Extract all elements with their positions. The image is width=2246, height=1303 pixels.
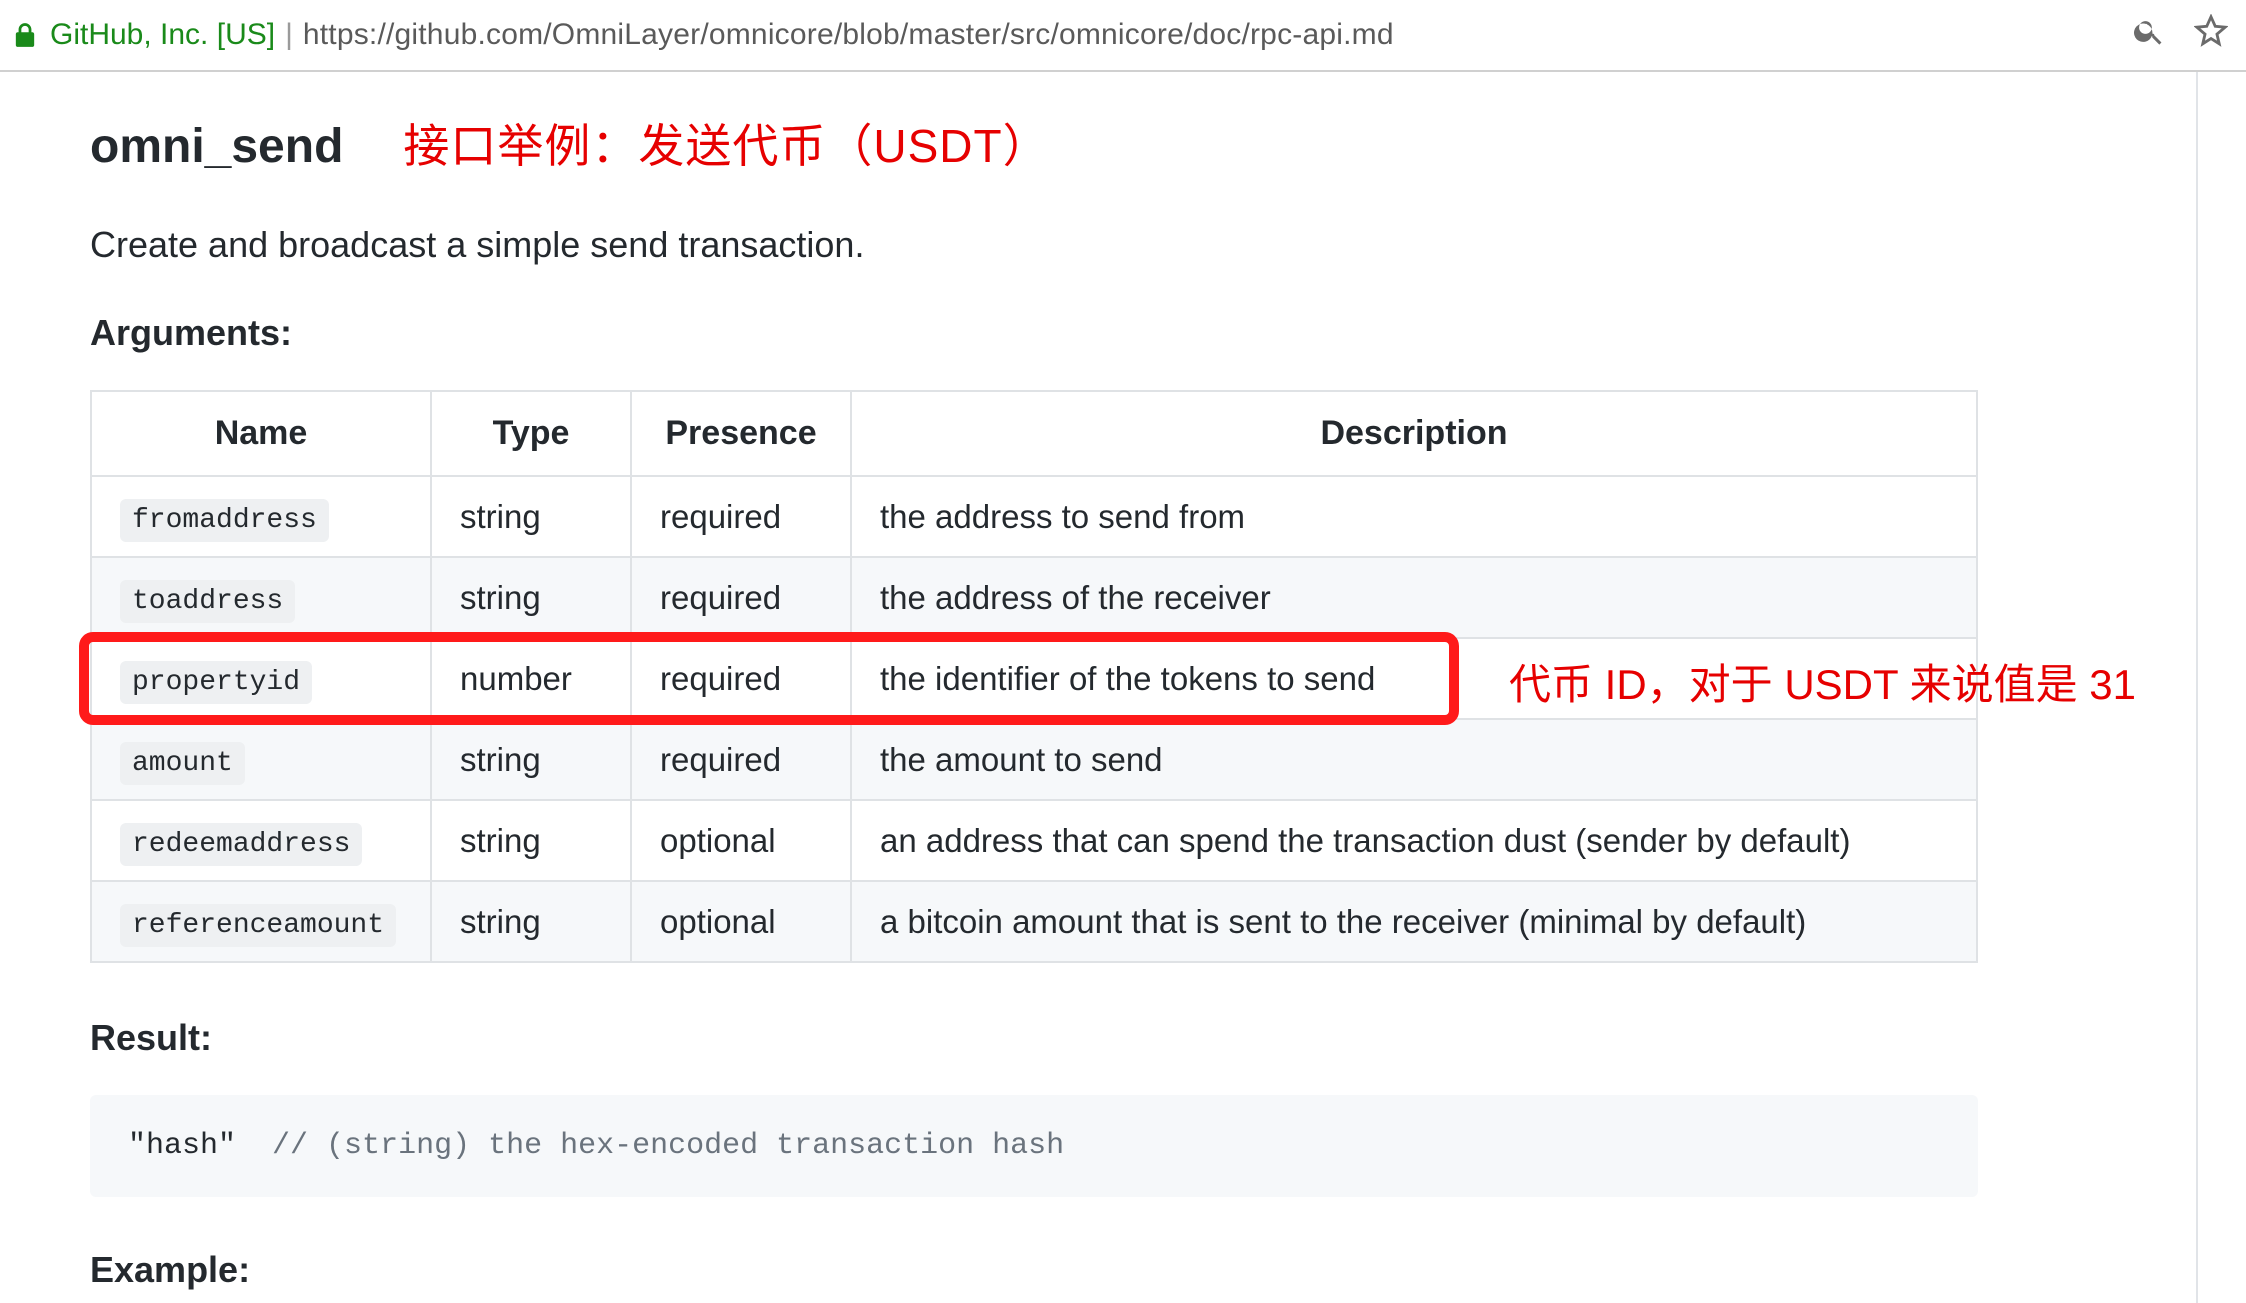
param-name: referenceamount bbox=[120, 904, 396, 947]
table-row: fromaddress stringrequiredthe address to … bbox=[91, 476, 1977, 557]
api-heading: omni_send bbox=[90, 119, 343, 174]
zoom-icon[interactable] bbox=[2132, 14, 2166, 56]
result-value: "hash" bbox=[128, 1129, 236, 1163]
col-presence: Presence bbox=[631, 391, 851, 476]
param-name: toaddress bbox=[120, 580, 295, 623]
result-code-block: "hash" // (string) the hex-encoded trans… bbox=[90, 1095, 1978, 1197]
param-type: string bbox=[431, 800, 631, 881]
param-description: a bitcoin amount that is sent to the rec… bbox=[851, 881, 1977, 962]
table-row: redeemaddress stringoptionalan address th… bbox=[91, 800, 1977, 881]
param-type: string bbox=[431, 476, 631, 557]
site-identity: GitHub, Inc. [US] bbox=[50, 18, 275, 52]
param-type: number bbox=[431, 638, 631, 719]
param-name: amount bbox=[120, 742, 245, 785]
param-presence: optional bbox=[631, 800, 851, 881]
lead-paragraph: Create and broadcast a simple send trans… bbox=[90, 224, 2200, 266]
table-row: toaddress stringrequiredthe address of th… bbox=[91, 557, 1977, 638]
table-row: referenceamount stringoptionala bitcoin a… bbox=[91, 881, 1977, 962]
param-presence: required bbox=[631, 719, 851, 800]
col-type: Type bbox=[431, 391, 631, 476]
page-body: omni_send 接口举例：发送代币（USDT） Create and bro… bbox=[0, 72, 2246, 1303]
row-side-annotation: 代币 ID，对于 USDT 来说值是 31 bbox=[1509, 651, 2136, 712]
browser-address-bar[interactable]: GitHub, Inc. [US] | https://github.com/O… bbox=[0, 0, 2246, 72]
param-presence: required bbox=[631, 476, 851, 557]
page-url[interactable]: https://github.com/OmniLayer/omnicore/bl… bbox=[303, 18, 1394, 52]
lock-icon bbox=[14, 21, 36, 49]
param-name: propertyid bbox=[120, 661, 312, 704]
arguments-label: Arguments: bbox=[90, 312, 2200, 354]
example-label: Example: bbox=[90, 1249, 2200, 1291]
param-description: an address that can spend the transactio… bbox=[851, 800, 1977, 881]
param-description: the address of the receiver bbox=[851, 557, 1977, 638]
param-type: string bbox=[431, 557, 631, 638]
heading-annotation: 接口举例：发送代币（USDT） bbox=[403, 110, 1049, 176]
param-name: fromaddress bbox=[120, 499, 329, 542]
table-header-row: Name Type Presence Description bbox=[91, 391, 1977, 476]
bookmark-star-icon[interactable] bbox=[2194, 14, 2228, 56]
param-presence: required bbox=[631, 638, 851, 719]
result-label: Result: bbox=[90, 1017, 2200, 1059]
param-name: redeemaddress bbox=[120, 823, 362, 866]
col-description: Description bbox=[851, 391, 1977, 476]
col-name: Name bbox=[91, 391, 431, 476]
param-presence: required bbox=[631, 557, 851, 638]
result-comment: // (string) the hex-encoded transaction … bbox=[272, 1129, 1064, 1163]
param-type: string bbox=[431, 881, 631, 962]
address-separator: | bbox=[285, 18, 293, 52]
table-row: amount stringrequiredthe amount to send bbox=[91, 719, 1977, 800]
param-type: string bbox=[431, 719, 631, 800]
param-presence: optional bbox=[631, 881, 851, 962]
param-description: the amount to send bbox=[851, 719, 1977, 800]
param-description: the address to send from bbox=[851, 476, 1977, 557]
